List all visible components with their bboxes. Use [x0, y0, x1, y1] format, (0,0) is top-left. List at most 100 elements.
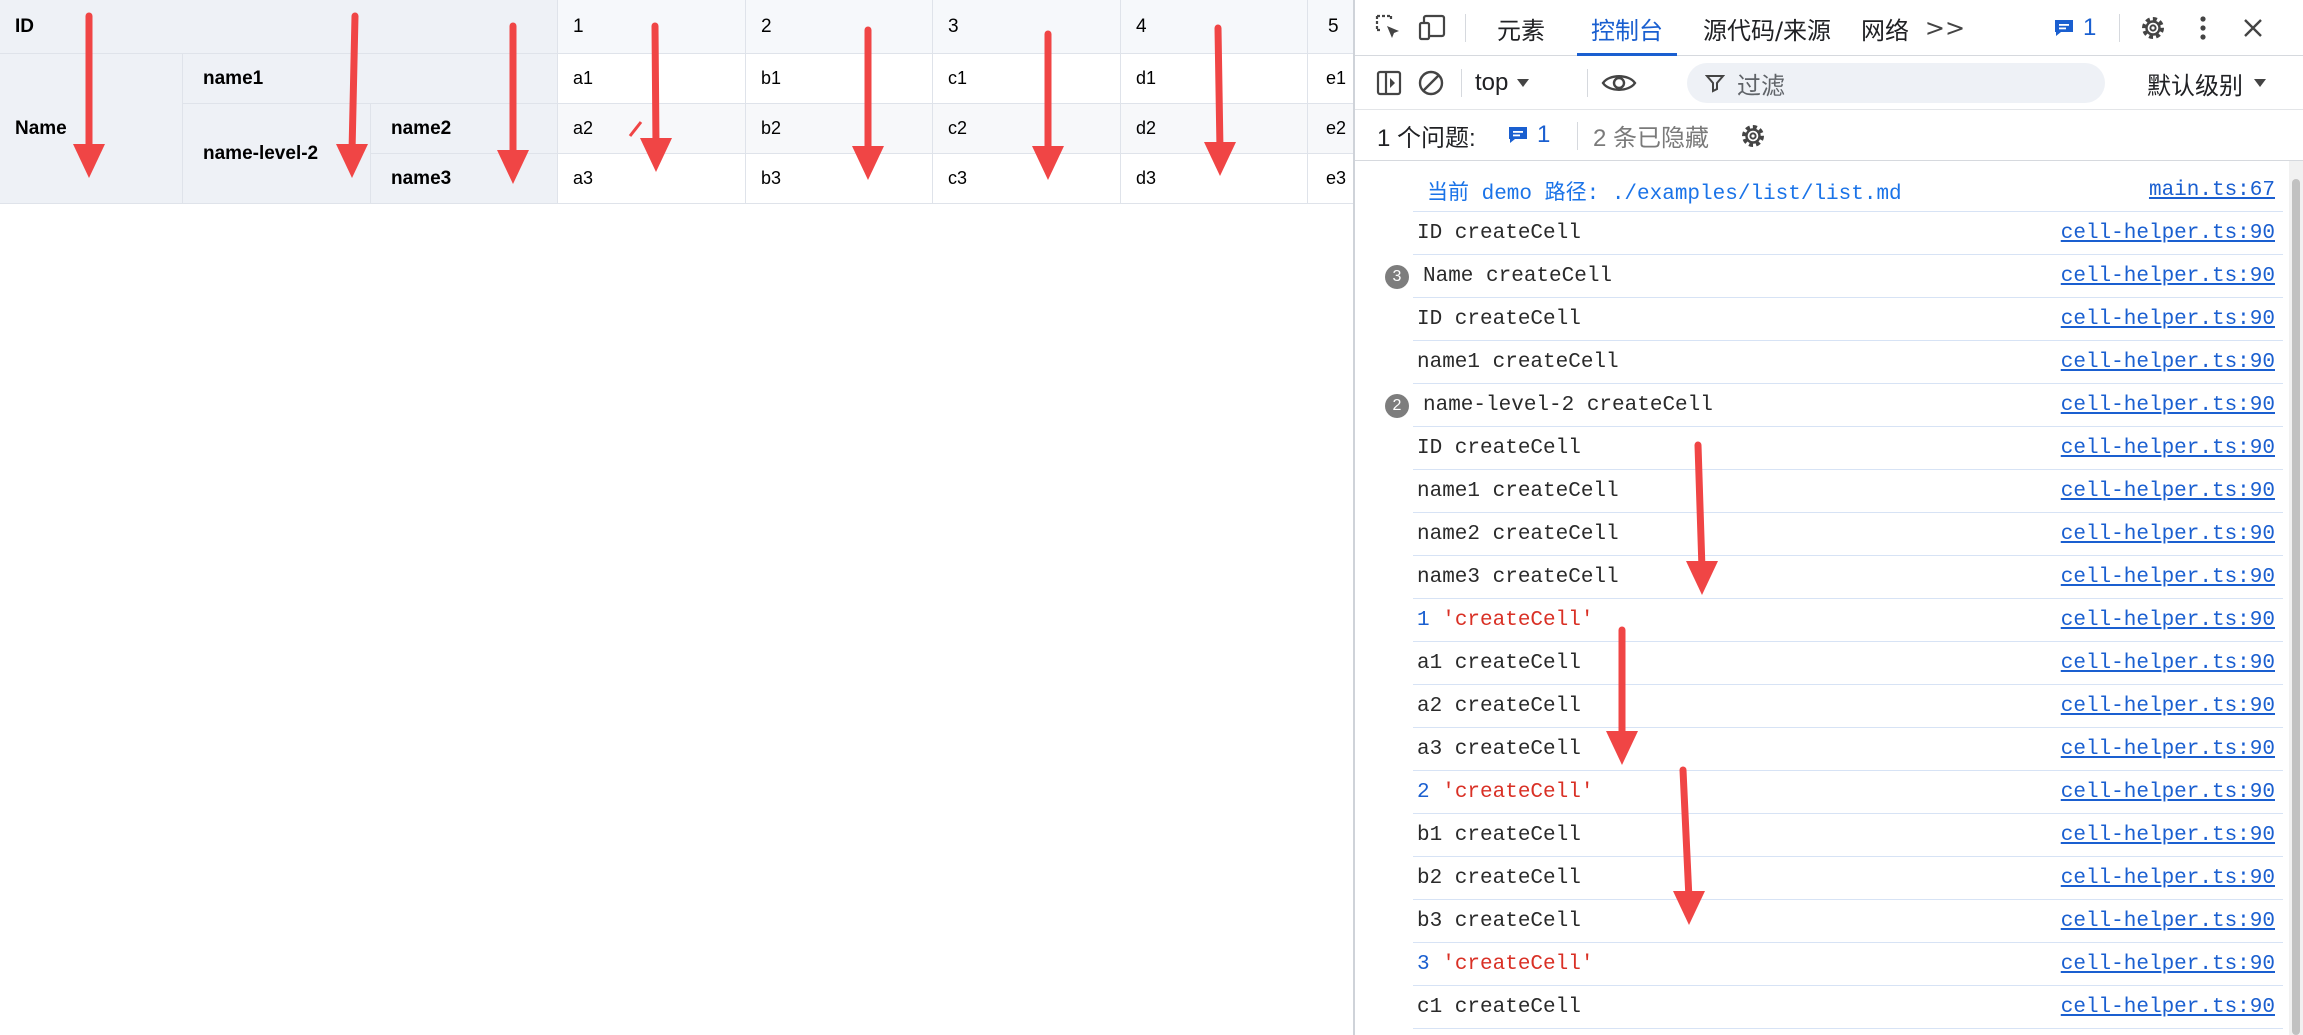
tab-console[interactable]: 控制台	[1577, 0, 1677, 56]
messages-counter[interactable]: 1	[2053, 12, 2096, 44]
console-message-row[interactable]: b3 createCell cell-helper.ts:90	[1413, 900, 2283, 943]
source-location-link[interactable]: cell-helper.ts:90	[2061, 341, 2275, 384]
close-icon[interactable]	[2237, 12, 2269, 44]
console-message-text: ID createCell	[1417, 437, 1581, 460]
console-message-row[interactable]: b1 createCell cell-helper.ts:90	[1413, 814, 2283, 857]
table-cell[interactable]: c2	[933, 104, 1121, 154]
row-header-name-level-2[interactable]: name-level-2	[183, 104, 371, 204]
context-selector[interactable]: top	[1475, 67, 1530, 99]
header-id-cell[interactable]: ID	[0, 0, 558, 54]
console-message-row[interactable]: 3 'createCell' cell-helper.ts:90	[1413, 943, 2283, 986]
source-location-link[interactable]: cell-helper.ts:90	[2061, 900, 2275, 943]
console-message-row[interactable]: ID createCell cell-helper.ts:90	[1413, 298, 2283, 341]
source-location-link[interactable]: cell-helper.ts:90	[2061, 943, 2275, 986]
inspect-element-icon[interactable]	[1373, 12, 1405, 44]
context-label: top	[1475, 69, 1509, 96]
filter-input[interactable]: 过滤	[1687, 63, 2105, 103]
console-message-text: Name createCell	[1423, 265, 1613, 288]
source-location-link[interactable]: cell-helper.ts:90	[2061, 857, 2275, 900]
console-message-row[interactable]: name1 createCell cell-helper.ts:90	[1413, 470, 2283, 513]
more-tabs-button[interactable]: >>	[1925, 0, 1965, 56]
source-location-link[interactable]: cell-helper.ts:90	[2061, 685, 2275, 728]
console-scrollbar[interactable]	[2289, 161, 2303, 1035]
source-location-link[interactable]: cell-helper.ts:90	[2061, 986, 2275, 1029]
table-cell[interactable]: b2	[746, 104, 933, 154]
settings-gear-icon[interactable]	[2137, 12, 2169, 44]
source-location-link[interactable]: cell-helper.ts:90	[2061, 427, 2275, 470]
console-message-row[interactable]: 当前 demo 路径: ./examples/list/list.md main.…	[1413, 169, 2283, 212]
source-location-link[interactable]: cell-helper.ts:90	[2061, 513, 2275, 556]
source-location-link[interactable]: cell-helper.ts:90	[2061, 212, 2275, 255]
source-location-link[interactable]: cell-helper.ts:90	[2061, 814, 2275, 857]
column-header-3[interactable]: 3	[933, 0, 1121, 54]
table-cell[interactable]: b3	[746, 154, 933, 204]
scrollbar-thumb[interactable]	[2292, 179, 2300, 1035]
console-message-row[interactable]: name1 createCell cell-helper.ts:90	[1413, 341, 2283, 384]
source-location-link[interactable]: cell-helper.ts:90	[2061, 384, 2275, 427]
source-location-link[interactable]: cell-helper.ts:90	[2061, 642, 2275, 685]
column-header-5[interactable]: 5	[1308, 0, 1353, 54]
console-message-text: 当前 demo 路径: ./examples/list/list.md	[1427, 182, 1902, 206]
tab-sources[interactable]: 源代码/来源	[1697, 0, 1837, 56]
issues-settings-gear-icon[interactable]	[1737, 120, 1769, 152]
source-location-link[interactable]: cell-helper.ts:90	[2061, 728, 2275, 771]
device-toggle-icon[interactable]	[1417, 12, 1451, 44]
source-location-link[interactable]: cell-helper.ts:90	[2061, 470, 2275, 513]
console-message-row[interactable]: ID createCell cell-helper.ts:90	[1413, 427, 2283, 470]
live-expression-eye-icon[interactable]	[1599, 67, 1639, 99]
table-cell[interactable]: e1	[1308, 54, 1353, 104]
table-cell[interactable]: d1	[1121, 54, 1308, 104]
cell-value: a1	[573, 68, 594, 88]
column-header-1[interactable]: 1	[558, 0, 746, 54]
column-header-label: 5	[1328, 15, 1339, 37]
console-message-row[interactable]: a1 createCell cell-helper.ts:90	[1413, 642, 2283, 685]
clear-console-icon[interactable]	[1415, 67, 1447, 99]
console-message-text: b1 createCell	[1417, 824, 1581, 847]
issues-counter[interactable]: 1	[1507, 119, 1550, 151]
row-header-name2[interactable]: name2	[371, 104, 558, 154]
console-message-row[interactable]: 1 'createCell' cell-helper.ts:90	[1413, 599, 2283, 642]
cell-value: e3	[1326, 168, 1347, 188]
source-location-link[interactable]: cell-helper.ts:90	[2061, 556, 2275, 599]
source-location-link[interactable]: cell-helper.ts:90	[2061, 255, 2275, 298]
console-message-row[interactable]: name3 createCell cell-helper.ts:90	[1413, 556, 2283, 599]
sidebar-toggle-icon[interactable]	[1373, 67, 1405, 99]
repeat-count-badge: 2	[1385, 394, 1409, 418]
row-header-name1[interactable]: name1	[183, 54, 558, 104]
console-message-row[interactable]: 2 'createCell' cell-helper.ts:90	[1413, 771, 2283, 814]
tab-network[interactable]: 网络	[1853, 0, 1917, 56]
cell-value: e1	[1326, 68, 1347, 88]
table-cell[interactable]: d2	[1121, 104, 1308, 154]
row-header-name3[interactable]: name3	[371, 154, 558, 204]
source-location-link[interactable]: cell-helper.ts:90	[2061, 599, 2275, 642]
source-location-link[interactable]: main.ts:67	[2149, 169, 2275, 212]
row-header-name[interactable]: Name	[0, 54, 183, 204]
log-levels-dropdown[interactable]: 默认级别	[2147, 67, 2267, 100]
console-message-row[interactable]: name2 createCell cell-helper.ts:90	[1413, 513, 2283, 556]
more-options-icon[interactable]	[2191, 12, 2215, 44]
tab-elements[interactable]: 元素	[1485, 0, 1557, 56]
console-message-row[interactable]: 3 Name createCell cell-helper.ts:90	[1385, 255, 2283, 298]
table-cell[interactable]: a2	[558, 104, 746, 154]
table-cell[interactable]: c1	[933, 54, 1121, 104]
toolbar-divider	[1587, 69, 1588, 97]
table-cell[interactable]: c3	[933, 154, 1121, 204]
console-message-row[interactable]: c1 createCell cell-helper.ts:90	[1413, 986, 2283, 1029]
table-cell[interactable]: e2	[1308, 104, 1353, 154]
table-cell[interactable]: a3	[558, 154, 746, 204]
console-message-text: c1 createCell	[1417, 996, 1581, 1019]
table-cell[interactable]: b1	[746, 54, 933, 104]
console-message-row[interactable]: b2 createCell cell-helper.ts:90	[1413, 857, 2283, 900]
console-message-row[interactable]: a3 createCell cell-helper.ts:90	[1413, 728, 2283, 771]
filter-placeholder: 过滤	[1737, 72, 1785, 100]
column-header-2[interactable]: 2	[746, 0, 933, 54]
source-location-link[interactable]: cell-helper.ts:90	[2061, 771, 2275, 814]
console-message-row[interactable]: a2 createCell cell-helper.ts:90	[1413, 685, 2283, 728]
table-cell[interactable]: e3	[1308, 154, 1353, 204]
table-cell[interactable]: d3	[1121, 154, 1308, 204]
source-location-link[interactable]: cell-helper.ts:90	[2061, 298, 2275, 341]
console-message-row[interactable]: ID createCell cell-helper.ts:90	[1413, 212, 2283, 255]
table-cell[interactable]: a1	[558, 54, 746, 104]
console-message-row[interactable]: 2 name-level-2 createCell cell-helper.ts:9…	[1385, 384, 2283, 427]
column-header-4[interactable]: 4	[1121, 0, 1308, 54]
